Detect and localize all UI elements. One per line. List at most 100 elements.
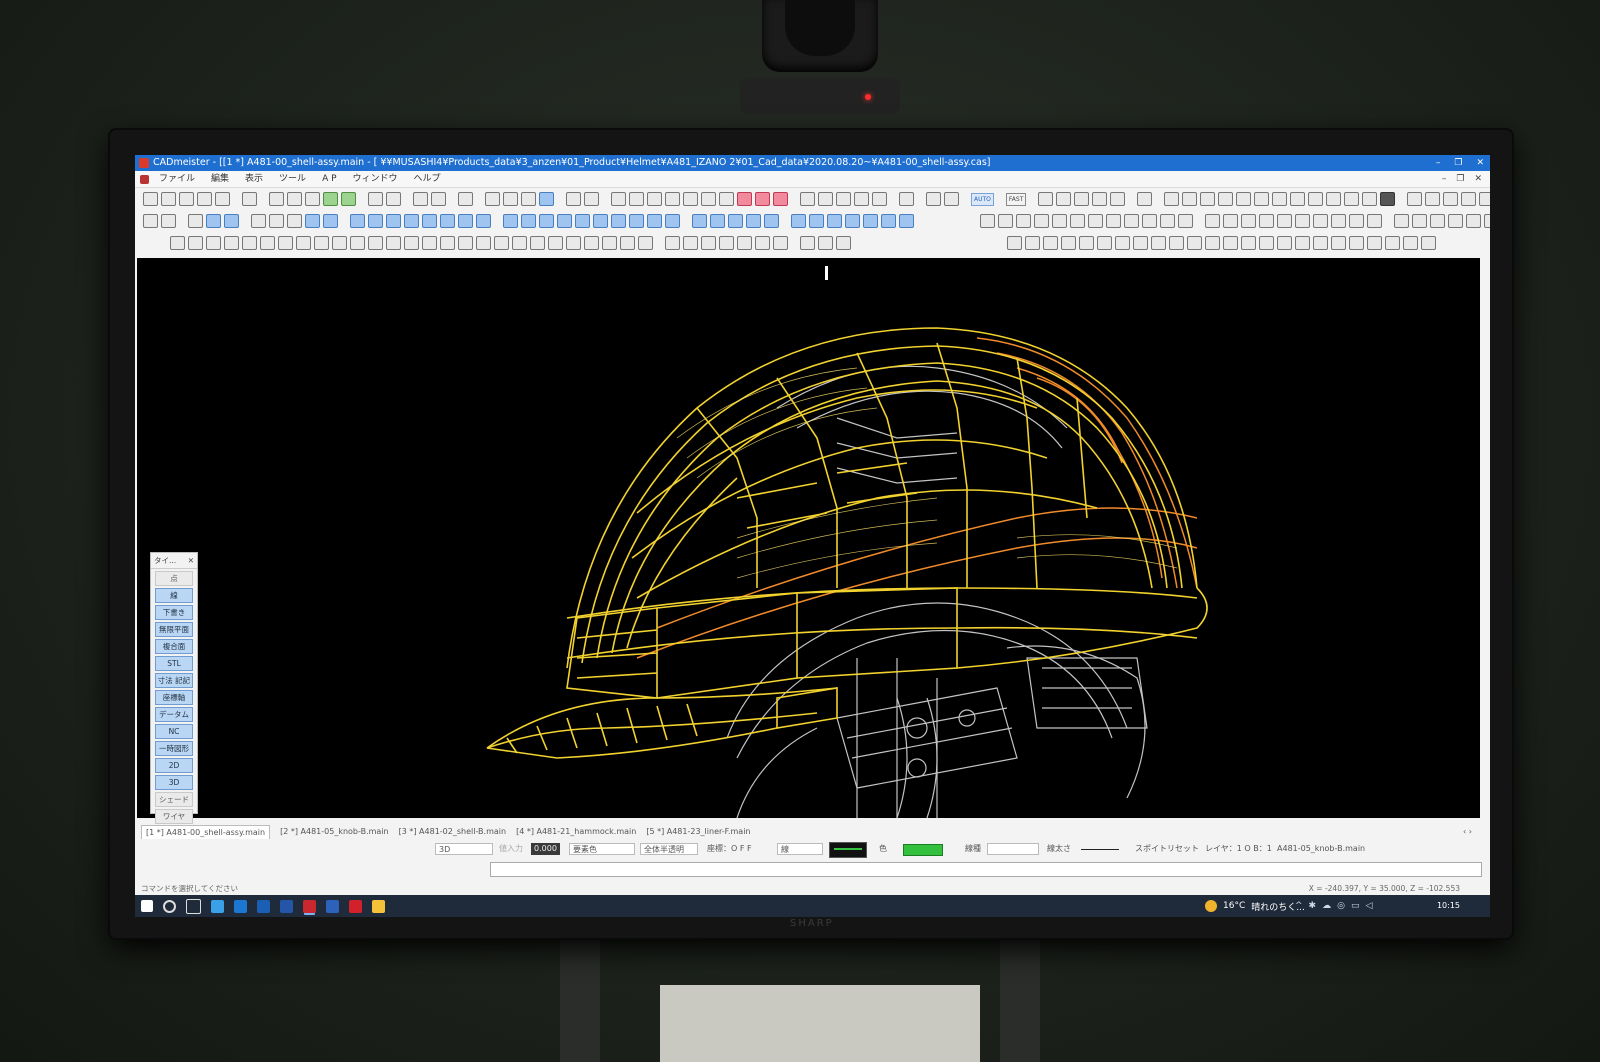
- tb2-tool-icon-63[interactable]: [1412, 214, 1427, 228]
- tb1-tool-icon-55[interactable]: [1326, 192, 1342, 206]
- tb2-tool-icon-47[interactable]: [1106, 214, 1121, 228]
- tb1-tool-icon-0[interactable]: [143, 192, 158, 206]
- tb3-tool-icon-59[interactable]: [1403, 236, 1418, 250]
- tb3-tool-icon-30[interactable]: [719, 236, 734, 250]
- filter-temp-shape-button[interactable]: 一時図形: [155, 741, 193, 756]
- tb1-tool-icon-37[interactable]: [899, 192, 914, 206]
- tb3-tool-icon-3[interactable]: [224, 236, 239, 250]
- tb3-tool-icon-45[interactable]: [1151, 236, 1166, 250]
- filter-shade-button[interactable]: シェード: [155, 792, 193, 807]
- menu-ap[interactable]: A P: [322, 171, 336, 187]
- tb2-tool-icon-22[interactable]: [575, 214, 590, 228]
- tb3-tool-icon-49[interactable]: [1223, 236, 1238, 250]
- auto-button[interactable]: AUTO: [971, 192, 994, 206]
- tb2-tool-icon-55[interactable]: [1259, 214, 1274, 228]
- tb1-tool-icon-52[interactable]: [1272, 192, 1288, 206]
- tb3-tool-icon-58[interactable]: [1385, 236, 1400, 250]
- tb1-tool-icon-14[interactable]: [431, 192, 446, 206]
- tb3-tool-icon-16[interactable]: [458, 236, 473, 250]
- tb2-tool-icon-20[interactable]: [539, 214, 554, 228]
- tb3-tool-icon-24[interactable]: [602, 236, 617, 250]
- filter-draft-button[interactable]: 下書き: [155, 605, 193, 620]
- tb3-tool-icon-47[interactable]: [1187, 236, 1202, 250]
- tb3-tool-icon-44[interactable]: [1133, 236, 1148, 250]
- tb1-tool-icon-27[interactable]: [701, 192, 716, 206]
- tb3-tool-icon-11[interactable]: [368, 236, 383, 250]
- tb2-tool-icon-40[interactable]: [980, 214, 995, 228]
- cadmeister-icon[interactable]: [303, 899, 316, 913]
- tb1-tool-icon-24[interactable]: [647, 192, 662, 206]
- tb3-tool-icon-52[interactable]: [1277, 236, 1292, 250]
- tb1-tool-icon-7[interactable]: [287, 192, 302, 206]
- tb1-tool-icon-28[interactable]: [719, 192, 734, 206]
- tb1-tool-icon-10[interactable]: [341, 192, 356, 206]
- tb3-tool-icon-15[interactable]: [440, 236, 455, 250]
- doc-tab-1[interactable]: [1 *] A481-00_shell-assy.main: [141, 825, 271, 839]
- tb3-tool-icon-46[interactable]: [1169, 236, 1184, 250]
- tb1-tool-icon-8[interactable]: [305, 192, 320, 206]
- tb1-tool-icon-46[interactable]: [1164, 192, 1180, 206]
- tb2-tool-icon-4[interactable]: [224, 214, 239, 228]
- tb3-tool-icon-38[interactable]: [1025, 236, 1040, 250]
- fast-button[interactable]: FAST: [1005, 192, 1027, 206]
- tb2-tool-icon-49[interactable]: [1142, 214, 1157, 228]
- tb2-tool-icon-44[interactable]: [1052, 214, 1067, 228]
- menu-window[interactable]: ウィンドウ: [353, 171, 398, 187]
- weather-widget[interactable]: 16°C 晴れのちく...: [1205, 895, 1305, 917]
- tb1-tool-icon-56[interactable]: [1344, 192, 1360, 206]
- start-button[interactable]: [141, 900, 153, 912]
- tb3-tool-icon-35[interactable]: [818, 236, 833, 250]
- filter-line-button[interactable]: 線: [155, 588, 193, 603]
- tb2-tool-icon-16[interactable]: [458, 214, 473, 228]
- tb2-tool-icon-11[interactable]: [368, 214, 383, 228]
- tb3-tool-icon-51[interactable]: [1259, 236, 1274, 250]
- tb2-tool-icon-37[interactable]: [863, 214, 878, 228]
- tb1-tool-icon-41[interactable]: [1056, 192, 1072, 206]
- tb2-tool-icon-66[interactable]: [1466, 214, 1481, 228]
- line-width-sample[interactable]: [1081, 849, 1119, 850]
- tb3-tool-icon-18[interactable]: [494, 236, 509, 250]
- tb2-tool-icon-25[interactable]: [629, 214, 644, 228]
- filter-composite-surface-button[interactable]: 複合面: [155, 639, 193, 654]
- tb3-tool-icon-7[interactable]: [296, 236, 311, 250]
- tb2-tool-icon-31[interactable]: [746, 214, 761, 228]
- tb2-tool-icon-57[interactable]: [1295, 214, 1310, 228]
- volume-icon[interactable]: ◁: [1365, 901, 1372, 911]
- tb2-tool-icon-8[interactable]: [305, 214, 320, 228]
- color-swatch[interactable]: [903, 844, 943, 856]
- tb1-tool-icon-1[interactable]: [161, 192, 176, 206]
- filter-datum-button[interactable]: データム: [155, 707, 193, 722]
- doc-minimize-button[interactable]: –: [1442, 171, 1447, 187]
- network-icon[interactable]: ◎: [1337, 901, 1345, 911]
- tb3-tool-icon-54[interactable]: [1313, 236, 1328, 250]
- tb1-tool-icon-45[interactable]: [1137, 192, 1153, 206]
- tb3-tool-icon-34[interactable]: [800, 236, 815, 250]
- word-icon[interactable]: [326, 899, 339, 913]
- tb3-tool-icon-8[interactable]: [314, 236, 329, 250]
- tb3-tool-icon-19[interactable]: [512, 236, 527, 250]
- reset-button[interactable]: リセット: [1167, 841, 1199, 857]
- tb1-tool-icon-47[interactable]: [1182, 192, 1198, 206]
- outlook-icon[interactable]: [257, 899, 270, 913]
- tb2-tool-icon-58[interactable]: [1313, 214, 1328, 228]
- tb2-tool-icon-27[interactable]: [665, 214, 680, 228]
- tb1-tool-icon-18[interactable]: [521, 192, 536, 206]
- tb2-tool-icon-60[interactable]: [1349, 214, 1364, 228]
- tb2-tool-icon-42[interactable]: [1016, 214, 1031, 228]
- line-color-swatch[interactable]: [829, 842, 867, 858]
- tb1-tool-icon-30[interactable]: [755, 192, 770, 206]
- tb1-tool-icon-39[interactable]: [944, 192, 959, 206]
- acrobat-icon[interactable]: [349, 899, 362, 913]
- tb2-tool-icon-18[interactable]: [503, 214, 518, 228]
- minimize-button[interactable]: –: [1436, 155, 1441, 171]
- tb2-tool-icon-0[interactable]: [143, 214, 158, 228]
- tb2-tool-icon-5[interactable]: [251, 214, 266, 228]
- tb1-tool-icon-32[interactable]: [800, 192, 815, 206]
- snipping-tool-icon[interactable]: [211, 899, 224, 913]
- tb3-tool-icon-12[interactable]: [386, 236, 401, 250]
- tb2-tool-icon-29[interactable]: [710, 214, 725, 228]
- tb3-tool-icon-39[interactable]: [1043, 236, 1058, 250]
- tb3-tool-icon-0[interactable]: [170, 236, 185, 250]
- search-icon[interactable]: [163, 899, 176, 913]
- tb1-tool-icon-6[interactable]: [269, 192, 284, 206]
